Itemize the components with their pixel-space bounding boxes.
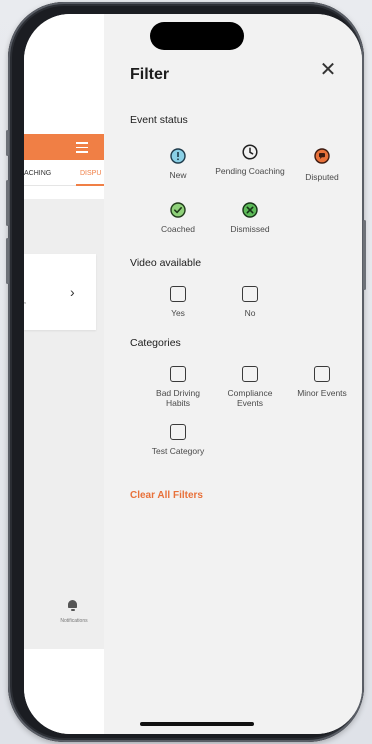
- categories-heading: Categories: [130, 337, 181, 349]
- app-header: [24, 134, 104, 160]
- category-bad-driving-label: Bad Driving Habits: [156, 388, 200, 408]
- app-tabs: ACHING DISPU: [24, 160, 104, 186]
- status-coached-option[interactable]: Coached: [143, 202, 213, 234]
- category-bad-driving-checkbox[interactable]: [170, 366, 186, 382]
- status-disputed-label: Disputed: [305, 172, 339, 182]
- volume-up-button: [6, 180, 9, 226]
- video-no-label: No: [244, 308, 256, 318]
- home-indicator[interactable]: [140, 722, 254, 726]
- hamburger-menu-icon[interactable]: [76, 142, 88, 156]
- dispute-chat-icon: [314, 148, 330, 164]
- tab-coaching[interactable]: ACHING: [24, 170, 51, 177]
- category-minor-events-option[interactable]: Minor Events: [287, 366, 357, 398]
- check-circle-icon: [170, 202, 186, 218]
- volume-down-button: [6, 238, 9, 284]
- exclamation-circle-icon: [170, 148, 186, 164]
- bell-icon[interactable]: [68, 600, 77, 611]
- status-coached-label: Coached: [160, 224, 196, 234]
- filter-title: Filter: [130, 66, 170, 83]
- category-compliance-checkbox[interactable]: [242, 366, 258, 382]
- category-compliance-option[interactable]: Compliance Events: [215, 366, 285, 408]
- video-yes-label: Yes: [171, 308, 185, 318]
- close-icon[interactable]: ✕: [318, 60, 338, 80]
- clear-all-filters-button[interactable]: Clear All Filters: [130, 490, 203, 501]
- phone-screen: ACHING DISPU , › Notifications Filter ✕ …: [24, 14, 362, 734]
- active-tab-indicator: [76, 184, 104, 186]
- tab-disputed[interactable]: DISPU: [80, 170, 101, 177]
- power-button: [363, 220, 366, 290]
- video-yes-checkbox[interactable]: [170, 286, 186, 302]
- category-test-label: Test Category: [151, 446, 205, 456]
- filter-panel: Filter ✕ Event status New Pending Coachi…: [104, 14, 362, 734]
- list-card[interactable]: , ›: [24, 254, 96, 330]
- event-status-heading: Event status: [130, 114, 188, 126]
- status-pending-coaching-label: Pending Coaching: [215, 166, 285, 176]
- category-minor-events-label: Minor Events: [297, 388, 347, 398]
- status-new-label: New: [169, 170, 187, 180]
- status-dismissed-option[interactable]: Dismissed: [215, 202, 285, 234]
- dynamic-island: [150, 22, 244, 50]
- status-disputed-option[interactable]: Disputed: [287, 148, 357, 182]
- video-no-option[interactable]: No: [215, 286, 285, 318]
- mute-switch: [6, 130, 9, 156]
- notifications-label: Notifications: [60, 618, 88, 624]
- video-yes-option[interactable]: Yes: [143, 286, 213, 318]
- status-dismissed-label: Dismissed: [230, 224, 270, 234]
- chevron-right-icon: ›: [70, 284, 75, 300]
- phone-frame: ACHING DISPU , › Notifications Filter ✕ …: [6, 2, 366, 742]
- category-minor-events-checkbox[interactable]: [314, 366, 330, 382]
- category-bad-driving-option[interactable]: Bad Driving Habits: [143, 366, 213, 408]
- status-pending-coaching-option[interactable]: Pending Coaching: [215, 144, 285, 176]
- category-compliance-label: Compliance Events: [227, 388, 273, 408]
- clock-icon: [242, 144, 258, 160]
- video-available-heading: Video available: [130, 257, 202, 269]
- category-test-checkbox[interactable]: [170, 424, 186, 440]
- status-new-option[interactable]: New: [143, 148, 213, 180]
- x-circle-icon: [242, 202, 258, 218]
- background-app: ACHING DISPU , › Notifications: [24, 14, 104, 734]
- video-no-checkbox[interactable]: [242, 286, 258, 302]
- category-test-option[interactable]: Test Category: [143, 424, 213, 456]
- card-text-fragment: ,: [24, 298, 26, 305]
